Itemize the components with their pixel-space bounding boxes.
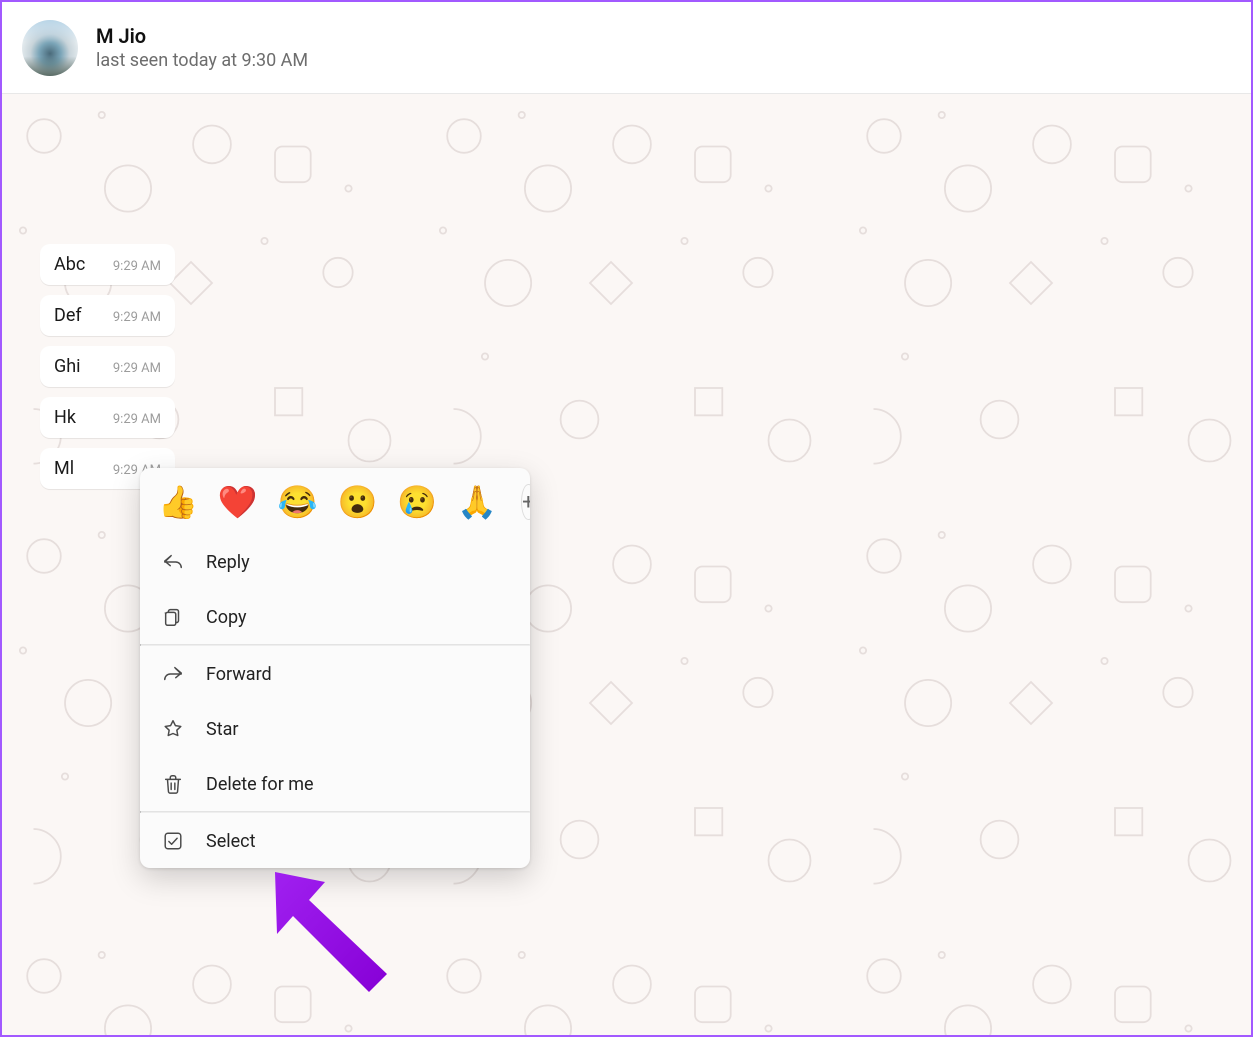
contact-name: M Jio bbox=[96, 24, 308, 48]
menu-item-delete-for-me[interactable]: Delete for me bbox=[140, 756, 530, 811]
message-bubble[interactable]: Def 9:29 AM bbox=[40, 295, 175, 336]
trash-icon bbox=[162, 773, 184, 795]
contact-status: last seen today at 9:30 AM bbox=[96, 50, 308, 71]
menu-item-reply[interactable]: Reply bbox=[140, 534, 530, 589]
menu-item-label: Forward bbox=[206, 664, 272, 685]
menu-list: Reply Copy Forward Star bbox=[140, 534, 530, 868]
reaction-heart-icon[interactable]: ❤️ bbox=[218, 486, 258, 518]
contact-info[interactable]: M Jio last seen today at 9:30 AM bbox=[96, 24, 308, 71]
message-time: 9:29 AM bbox=[113, 361, 161, 376]
reaction-more-button[interactable]: + bbox=[521, 484, 530, 520]
chat-area: Abc 9:29 AM Def 9:29 AM Ghi 9:29 AM Hk 9… bbox=[2, 94, 1251, 1035]
reaction-wow-icon[interactable]: 😮 bbox=[338, 486, 378, 518]
chat-header: M Jio last seen today at 9:30 AM bbox=[2, 2, 1251, 94]
message-context-menu: 👍 ❤️ 😂 😮 😢 🙏 + Reply Copy bbox=[140, 468, 530, 868]
message-bubble[interactable]: Abc 9:29 AM bbox=[40, 244, 175, 285]
reaction-sad-icon[interactable]: 😢 bbox=[397, 486, 437, 518]
menu-item-star[interactable]: Star bbox=[140, 701, 530, 756]
message-time: 9:29 AM bbox=[113, 310, 161, 325]
plus-icon: + bbox=[522, 490, 530, 515]
menu-item-label: Delete for me bbox=[206, 774, 314, 795]
message-bubble[interactable]: Hk 9:29 AM bbox=[40, 397, 175, 438]
menu-item-label: Copy bbox=[206, 607, 247, 628]
menu-item-select[interactable]: Select bbox=[140, 813, 530, 868]
reaction-pray-icon[interactable]: 🙏 bbox=[457, 486, 497, 518]
select-icon bbox=[162, 830, 184, 852]
annotation-arrow-icon bbox=[257, 864, 417, 1024]
reaction-laugh-icon[interactable]: 😂 bbox=[278, 486, 318, 518]
message-text: Hk bbox=[54, 407, 76, 428]
menu-item-forward[interactable]: Forward bbox=[140, 646, 530, 701]
menu-item-label: Star bbox=[206, 719, 238, 740]
star-icon bbox=[162, 718, 184, 740]
avatar[interactable] bbox=[22, 20, 78, 76]
message-text: Def bbox=[54, 305, 82, 326]
message-bubble[interactable]: Ghi 9:29 AM bbox=[40, 346, 175, 387]
message-text: Abc bbox=[54, 254, 85, 275]
copy-icon bbox=[162, 606, 184, 628]
message-time: 9:29 AM bbox=[113, 259, 161, 274]
reactions-row: 👍 ❤️ 😂 😮 😢 🙏 + bbox=[140, 468, 530, 534]
forward-icon bbox=[162, 663, 184, 685]
menu-item-label: Select bbox=[206, 831, 255, 852]
reply-icon bbox=[162, 551, 184, 573]
message-time: 9:29 AM bbox=[113, 412, 161, 427]
menu-item-label: Reply bbox=[206, 552, 250, 573]
message-text: Ml bbox=[54, 458, 74, 479]
reaction-thumbs-up-icon[interactable]: 👍 bbox=[158, 486, 198, 518]
menu-item-copy[interactable]: Copy bbox=[140, 589, 530, 644]
message-text: Ghi bbox=[54, 356, 81, 377]
messages-list: Abc 9:29 AM Def 9:29 AM Ghi 9:29 AM Hk 9… bbox=[40, 244, 175, 499]
